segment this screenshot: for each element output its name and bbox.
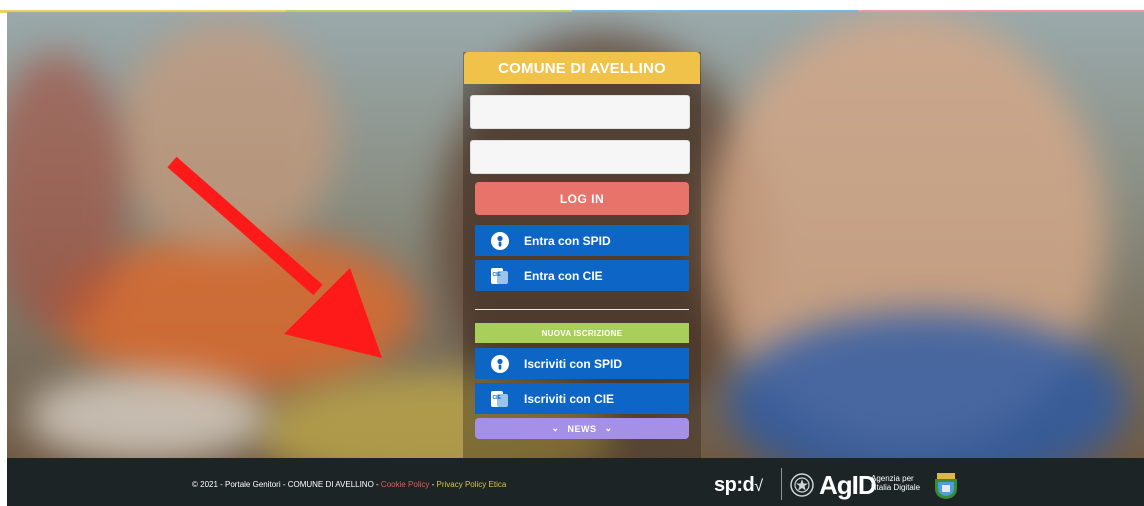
cie-card-icon: CIE xyxy=(490,389,510,409)
agid-logo: AgID xyxy=(819,470,877,500)
footer-separator: - xyxy=(429,480,437,489)
logo-separator xyxy=(781,468,782,500)
brand-title: COMUNE DI AVELLINO xyxy=(464,52,700,84)
login-button[interactable]: LOG IN xyxy=(475,182,689,215)
spid-user-icon xyxy=(490,354,510,374)
news-toggle-button[interactable]: ⌄ NEWS ⌄ xyxy=(475,418,689,439)
chevron-down-icon: ⌄ xyxy=(604,423,613,433)
avellino-crest-icon xyxy=(935,473,957,499)
spid-logo: sp:d√ xyxy=(714,474,763,496)
cie-login-label: Entra con CIE xyxy=(524,268,603,283)
cie-login-button[interactable]: CIE Entra con CIE xyxy=(475,260,689,291)
divider xyxy=(475,309,689,310)
password-input[interactable] xyxy=(470,140,690,174)
footer-copyright: © 2021 - Portale Genitori - COMUNE DI AV… xyxy=(192,480,506,489)
spid-register-button[interactable]: Iscriviti con SPID xyxy=(475,348,689,379)
spid-login-button[interactable]: Entra con SPID xyxy=(475,225,689,256)
cie-register-label: Iscriviti con CIE xyxy=(524,391,615,406)
footer xyxy=(7,458,1144,506)
cie-card-icon: CIE xyxy=(490,266,510,286)
spid-login-label: Entra con SPID xyxy=(524,233,611,248)
agid-subtitle: Agenzia per l'Italia Digitale xyxy=(871,474,921,492)
news-label: NEWS xyxy=(567,423,597,434)
spid-register-label: Iscriviti con SPID xyxy=(524,356,623,371)
italy-emblem-icon xyxy=(790,473,814,497)
cookie-policy-link[interactable]: Cookie Policy xyxy=(381,480,429,489)
svg-text:CIE: CIE xyxy=(493,272,502,278)
spid-user-icon xyxy=(490,231,510,251)
chevron-down-icon: ⌄ xyxy=(551,423,560,433)
svg-text:CIE: CIE xyxy=(493,395,502,401)
new-registration-button[interactable]: NUOVA ISCRIZIONE xyxy=(475,323,689,343)
copyright-text: © 2021 - Portale Genitori - COMUNE DI AV… xyxy=(192,480,381,489)
check-icon: √ xyxy=(754,478,763,495)
username-input[interactable] xyxy=(470,95,690,129)
cie-register-button[interactable]: CIE Iscriviti con CIE xyxy=(475,383,689,414)
privacy-policy-link[interactable]: Privacy Policy Etica xyxy=(437,480,507,489)
